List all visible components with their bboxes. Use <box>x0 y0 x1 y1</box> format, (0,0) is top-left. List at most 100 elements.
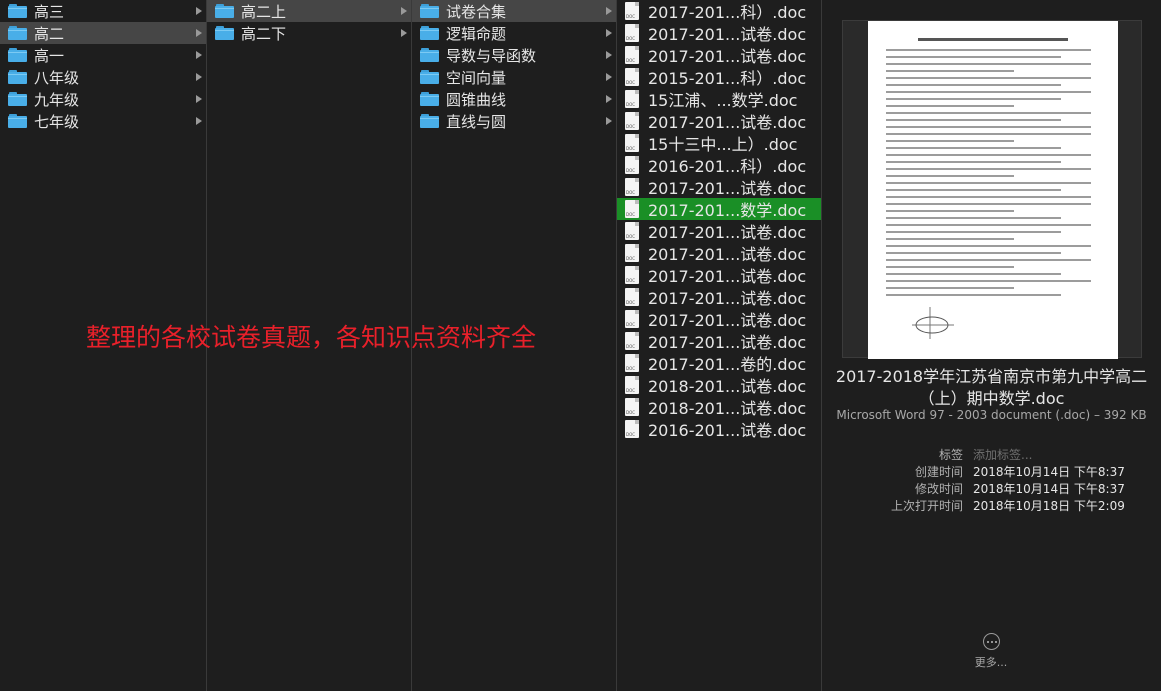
chevron-right-icon <box>401 29 407 37</box>
file-item[interactable]: DOC 15十三中...上）.doc <box>617 132 821 154</box>
file-item[interactable]: DOC 2017-201...科）.doc <box>617 0 821 22</box>
doc-file-icon: DOC <box>625 178 639 196</box>
file-item[interactable]: DOC 2017-201...试卷.doc <box>617 110 821 132</box>
file-item[interactable]: DOC 2016-201...试卷.doc <box>617 418 821 440</box>
file-name: 2018-201...试卷.doc <box>648 377 807 396</box>
file-name: 2016-201...试卷.doc <box>648 421 807 440</box>
file-name: 2017-201...试卷.doc <box>648 223 807 242</box>
doc-file-icon: DOC <box>625 156 639 174</box>
last-opened-label: 上次打开时间 <box>890 499 963 513</box>
more-label: 更多... <box>974 656 1008 669</box>
grade-folder-item[interactable]: 高二 <box>0 22 206 44</box>
doc-file-icon: DOC <box>625 376 639 394</box>
preview-kind-size: Microsoft Word 97 - 2003 document (.doc)… <box>836 408 1147 422</box>
doc-file-icon: DOC <box>625 2 639 20</box>
file-item[interactable]: DOC 2017-201...试卷.doc <box>617 242 821 264</box>
file-name: 2017-201...卷的.doc <box>648 355 807 374</box>
file-name: 15十三中...上）.doc <box>648 135 798 154</box>
file-name: 2017-201...科）.doc <box>648 3 807 22</box>
doc-file-icon: DOC <box>625 310 639 328</box>
doc-file-icon: DOC <box>625 134 639 152</box>
doc-file-icon: DOC <box>625 244 639 262</box>
topic-folder-item[interactable]: 试卷合集 <box>412 0 616 22</box>
folder-icon <box>420 114 439 128</box>
file-item[interactable]: DOC 2017-201...试卷.doc <box>617 44 821 66</box>
file-name: 15江浦、...数学.doc <box>648 91 798 110</box>
semester-folder-item[interactable]: 高二上 <box>207 0 411 22</box>
file-item[interactable]: DOC 2017-201...试卷.doc <box>617 330 821 352</box>
folder-label: 八年级 <box>34 68 80 87</box>
folder-label: 高二下 <box>241 24 287 43</box>
folder-label: 圆锥曲线 <box>446 90 507 109</box>
file-name: 2017-201...试卷.doc <box>648 311 807 330</box>
document-thumbnail[interactable] <box>842 20 1142 359</box>
folder-label: 逻辑命题 <box>446 24 507 43</box>
preview-filename: 2017-2018学年江苏省南京市第九中学高二（上）期中数学.doc <box>835 367 1148 408</box>
tags-label: 标签 <box>938 448 963 462</box>
topic-folder-item[interactable]: 直线与圆 <box>412 110 616 132</box>
chevron-right-icon <box>401 7 407 15</box>
file-item[interactable]: DOC 2017-201...试卷.doc <box>617 22 821 44</box>
grade-folder-item[interactable]: 高一 <box>0 44 206 66</box>
file-name: 2018-201...试卷.doc <box>648 399 807 418</box>
chevron-right-icon <box>196 7 202 15</box>
folder-label: 直线与圆 <box>446 112 507 131</box>
created-label: 创建时间 <box>914 465 963 479</box>
folder-icon <box>420 4 439 18</box>
file-item[interactable]: DOC 2017-201...试卷.doc <box>617 286 821 308</box>
file-item[interactable]: DOC 2017-201...试卷.doc <box>617 308 821 330</box>
folder-icon <box>215 26 234 40</box>
file-name: 2017-201...试卷.doc <box>648 179 807 198</box>
file-name: 2017-201...试卷.doc <box>648 25 807 44</box>
grade-folder-item[interactable]: 八年级 <box>0 66 206 88</box>
chevron-right-icon <box>606 95 612 103</box>
last-opened-value: 2018年10月18日 下午2:09 <box>973 499 1125 513</box>
file-item[interactable]: DOC 2018-201...试卷.doc <box>617 374 821 396</box>
grade-folder-item[interactable]: 高三 <box>0 0 206 22</box>
chevron-right-icon <box>196 95 202 103</box>
file-item[interactable]: DOC 2018-201...试卷.doc <box>617 396 821 418</box>
grade-folder-item[interactable]: 九年级 <box>0 88 206 110</box>
doc-file-icon: DOC <box>625 112 639 130</box>
folder-icon <box>420 70 439 84</box>
ellipse-graph-icon <box>912 307 954 339</box>
folder-icon <box>8 114 27 128</box>
folder-icon <box>8 26 27 40</box>
semester-folder-item[interactable]: 高二下 <box>207 22 411 44</box>
last-opened-row: 上次打开时间 2018年10月18日 下午2:09 <box>822 497 1161 514</box>
topic-folder-item[interactable]: 空间向量 <box>412 66 616 88</box>
column-files: DOC 2017-201...科）.doc DOC 2017-201...试卷.doc… <box>617 0 822 691</box>
file-item[interactable]: DOC 2017-201...数学.doc <box>617 198 821 220</box>
created-value: 2018年10月14日 下午8:37 <box>973 465 1125 479</box>
tags-input[interactable]: 添加标签... <box>973 446 1032 463</box>
file-name: 2017-201...试卷.doc <box>648 245 807 264</box>
doc-file-icon: DOC <box>625 68 639 86</box>
file-item[interactable]: DOC 2017-201...试卷.doc <box>617 176 821 198</box>
folder-label: 空间向量 <box>446 68 507 87</box>
file-item[interactable]: DOC 2017-201...试卷.doc <box>617 220 821 242</box>
grade-folder-item[interactable]: 七年级 <box>0 110 206 132</box>
chevron-right-icon <box>606 51 612 59</box>
created-row: 创建时间 2018年10月14日 下午8:37 <box>822 463 1161 480</box>
doc-file-icon: DOC <box>625 222 639 240</box>
file-name: 2017-201...试卷.doc <box>648 113 807 132</box>
chevron-right-icon <box>606 29 612 37</box>
chevron-right-icon <box>196 29 202 37</box>
document-page-preview <box>868 21 1118 359</box>
folder-icon <box>420 92 439 106</box>
doc-file-icon: DOC <box>625 200 639 218</box>
file-name: 2017-201...试卷.doc <box>648 47 807 66</box>
file-item[interactable]: DOC 2017-201...卷的.doc <box>617 352 821 374</box>
topic-folder-item[interactable]: 圆锥曲线 <box>412 88 616 110</box>
file-item[interactable]: DOC 2017-201...试卷.doc <box>617 264 821 286</box>
chevron-right-icon <box>196 73 202 81</box>
folder-label: 高二 <box>34 24 65 43</box>
topic-folder-item[interactable]: 导数与导函数 <box>412 44 616 66</box>
file-item[interactable]: DOC 15江浦、...数学.doc <box>617 88 821 110</box>
doc-file-icon: DOC <box>625 398 639 416</box>
file-item[interactable]: DOC 2016-201...科）.doc <box>617 154 821 176</box>
folder-icon <box>420 48 439 62</box>
more-button[interactable]: 更多... <box>973 633 1009 670</box>
topic-folder-item[interactable]: 逻辑命题 <box>412 22 616 44</box>
file-item[interactable]: DOC 2015-201...科）.doc <box>617 66 821 88</box>
